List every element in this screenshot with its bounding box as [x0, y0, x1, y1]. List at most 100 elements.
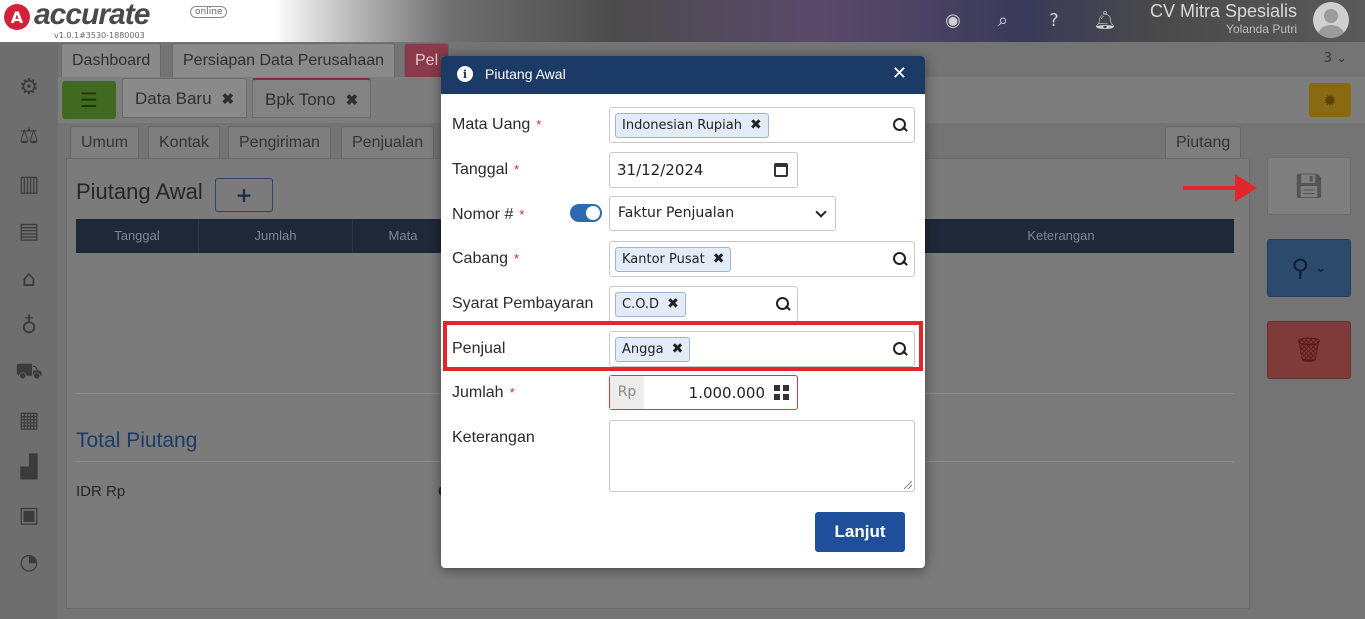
keterangan-textarea[interactable]: [609, 420, 915, 492]
syarat-value: C.O.D: [622, 297, 660, 312]
penjual-chip: Angga ✖: [615, 337, 691, 362]
cabang-label-text: Cabang: [452, 250, 509, 267]
tanggal-value: 31/12/2024: [617, 161, 704, 179]
tab-pengiriman[interactable]: Pengiriman: [228, 126, 331, 158]
cabang-field[interactable]: Kantor Pusat ✖: [609, 241, 915, 277]
penjual-field[interactable]: Angga ✖: [609, 331, 915, 367]
required-mark: *: [514, 251, 520, 266]
tab-bpk-tono[interactable]: Bpk Tono ✖: [252, 78, 372, 118]
company-info[interactable]: CV Mitra Spesialis Yolanda Putri: [1150, 1, 1297, 36]
tab-bpk-tono-label: Bpk Tono: [265, 90, 336, 109]
remove-chip-icon[interactable]: ✖: [667, 296, 679, 312]
tanggal-label-text: Tanggal: [452, 161, 509, 178]
penjual-value: Angga: [622, 342, 664, 357]
help-icon[interactable]: ?: [1042, 8, 1066, 32]
accurate-logo[interactable]: A accurate online v1.0.1#3530-1880003: [4, 0, 228, 40]
avatar[interactable]: [1313, 2, 1349, 38]
tab-data-baru[interactable]: Data Baru ✖: [122, 78, 248, 118]
tab-persiapan-data[interactable]: Persiapan Data Perusahaan: [172, 43, 396, 77]
column-header: Jumlah: [199, 219, 353, 253]
remove-chip-icon[interactable]: ✖: [750, 117, 762, 133]
chevron-down-icon: ⌄: [1314, 260, 1327, 276]
mata-uang-chip: Indonesian Rupiah ✖: [615, 113, 769, 138]
settings-icon[interactable]: ⚙: [14, 72, 44, 102]
lanjut-button[interactable]: Lanjut: [815, 512, 905, 552]
list-icon[interactable]: ☰: [62, 81, 116, 119]
tab-count[interactable]: 3 ⌄: [1324, 51, 1347, 66]
mata-uang-field[interactable]: Indonesian Rupiah ✖: [609, 107, 915, 143]
search-icon[interactable]: [892, 251, 908, 267]
calendar-icon[interactable]: [774, 163, 788, 177]
report-icon[interactable]: ◔: [14, 547, 44, 577]
chevron-down-icon: [815, 206, 827, 218]
annotation-arrow-save: [1183, 174, 1257, 202]
book-icon[interactable]: ▤: [14, 216, 44, 246]
required-mark: *: [509, 385, 515, 400]
search-icon[interactable]: [892, 341, 908, 357]
company-icon[interactable]: ▥: [14, 169, 44, 199]
tab-data-baru-label: Data Baru: [135, 89, 212, 108]
close-icon[interactable]: ✖: [346, 92, 359, 109]
syarat-field[interactable]: C.O.D ✖: [609, 286, 798, 322]
calculator-icon[interactable]: [774, 385, 789, 400]
search-icon[interactable]: ⌕: [991, 8, 1015, 32]
left-sidebar: ⚙ ⚖ ▥ ▤ ⌂ ♁ ⛟ ▦ ▟ ▣ ◔: [0, 42, 58, 619]
close-icon[interactable]: ✖: [222, 91, 235, 108]
ledger-icon[interactable]: ⚖: [14, 121, 44, 151]
factory-icon[interactable]: ▟: [14, 452, 44, 482]
tab-umum[interactable]: Umum: [70, 126, 140, 158]
piutang-awal-dialog: i Piutang Awal ✕ Mata Uang * Indonesian R…: [441, 56, 925, 568]
required-mark: *: [536, 117, 542, 132]
jumlah-field[interactable]: Rp 1.000.000: [609, 375, 798, 410]
save-button[interactable]: 💾︎: [1267, 157, 1351, 215]
cabang-value: Kantor Pusat: [622, 252, 705, 267]
jumlah-label-text: Jumlah: [452, 384, 504, 401]
nomor-auto-toggle[interactable]: [570, 204, 602, 222]
ai-icon[interactable]: ◉: [941, 8, 965, 32]
paperclip-icon: ⚲: [1291, 254, 1309, 282]
top-header: A accurate online v1.0.1#3530-1880003 ◉ …: [0, 0, 1365, 42]
tax-icon[interactable]: ▣: [14, 500, 44, 530]
required-mark: *: [514, 162, 520, 177]
nomor-select[interactable]: Faktur Penjualan: [609, 196, 836, 231]
attachment-button[interactable]: ⚲ ⌄: [1267, 239, 1351, 297]
delete-button[interactable]: 🗑︎: [1267, 321, 1351, 379]
logo-text: accurate: [34, 0, 150, 31]
add-piutang-button[interactable]: +: [215, 178, 273, 212]
keterangan-label: Keterangan: [452, 429, 535, 446]
dialog-title: Piutang Awal: [485, 66, 566, 82]
resize-handle[interactable]: [904, 481, 912, 489]
logo-online-badge: online: [190, 6, 228, 18]
app-version: v1.0.1#3530-1880003: [54, 31, 145, 40]
mata-uang-value: Indonesian Rupiah: [622, 118, 742, 133]
remove-chip-icon[interactable]: ✖: [713, 251, 725, 267]
cabang-chip: Kantor Pusat ✖: [615, 247, 732, 272]
jumlah-label: Jumlah *: [452, 384, 515, 402]
inventory-icon[interactable]: ▦: [14, 405, 44, 435]
tab-dashboard[interactable]: Dashboard: [61, 43, 162, 77]
lightbulb-icon[interactable]: ✹: [1309, 83, 1351, 117]
tab-kontak[interactable]: Kontak: [148, 126, 220, 158]
money-bag-icon[interactable]: ♁: [14, 311, 44, 341]
tab-piutang[interactable]: Piutang: [1165, 126, 1242, 158]
mata-uang-label: Mata Uang *: [452, 116, 541, 134]
search-icon[interactable]: [775, 296, 791, 312]
column-header: Mata: [388, 228, 418, 243]
cabang-label: Cabang *: [452, 250, 519, 268]
search-icon[interactable]: [892, 117, 908, 133]
panel-title: Piutang Awal: [76, 179, 203, 204]
cart-icon[interactable]: ⛟: [14, 358, 44, 388]
info-icon: i: [457, 66, 473, 82]
syarat-chip: C.O.D ✖: [615, 292, 686, 317]
remove-chip-icon[interactable]: ✖: [672, 341, 684, 357]
tab-penjualan[interactable]: Penjualan: [341, 126, 435, 158]
trash-icon: 🗑︎: [1293, 336, 1325, 364]
save-icon: 💾︎: [1293, 172, 1325, 200]
user-name: Yolanda Putri: [1226, 22, 1297, 36]
idr-label: IDR Rp: [76, 483, 126, 500]
bell-icon[interactable]: 🔔︎: [1093, 8, 1117, 32]
tanggal-field[interactable]: 31/12/2024: [609, 152, 798, 188]
nomor-label-text: Nomor #: [452, 206, 514, 223]
bank-icon[interactable]: ⌂: [14, 264, 44, 294]
close-button[interactable]: ✕: [892, 63, 907, 84]
